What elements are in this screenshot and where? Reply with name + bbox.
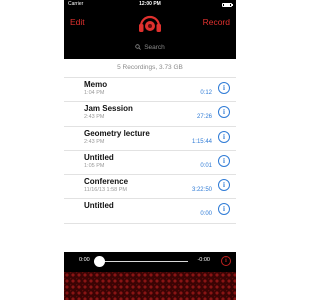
scrubber-knob[interactable] [94,256,105,267]
recording-date: 1:04 PM [84,90,105,96]
recording-title: Untitled [84,152,114,162]
edit-button[interactable]: Edit [70,17,85,27]
current-time: 0:00 [79,257,90,263]
search-field[interactable]: Search [104,42,196,54]
recording-title: Geometry lecture [84,128,150,138]
recording-duration: 27:26 [196,114,212,121]
recording-date: 2:43 PM [84,138,105,145]
info-icon[interactable]: i [218,82,230,94]
recording-duration: 3:22:50 [191,187,212,194]
info-icon[interactable]: i [221,256,231,266]
search-icon [135,44,142,50]
headphones-record-icon [139,15,161,32]
decorative-pattern [64,272,236,300]
recording-title: Jam Session [84,104,133,114]
recording-title: Untitled [84,201,114,211]
recording-row[interactable]: Conference 11/16/13 1:58 PM 3:22:50 i [64,175,236,200]
scrubber-track[interactable] [100,261,188,262]
recording-row[interactable]: Geometry lecture 2:43 PM 1:15:44 i [64,127,236,151]
info-icon[interactable]: i [218,203,230,216]
app-screen: Carrier 12:00 PM Edit Record Search 5 Re… [64,0,236,300]
status-time: 12:00 PM [139,1,161,7]
remaining-time: -0:00 [197,257,210,263]
info-icon[interactable]: i [218,130,230,143]
info-icon[interactable]: i [218,154,230,167]
status-bar: Carrier 12:00 PM [64,0,236,9]
recording-date: 11/16/13 1:58 PM [84,187,128,194]
recording-row[interactable]: Memo 1:04 PM 0:12 i [64,78,236,103]
recording-date: 2:43 PM [84,114,105,121]
recording-duration: 0:12 [200,90,212,96]
info-icon[interactable]: i [218,179,230,192]
info-icon[interactable]: i [218,106,230,119]
navigation-bar: Edit Record Search [64,9,236,59]
recordings-summary: 5 Recordings, 3.73 GB [64,59,236,78]
recording-duration: 1:15:44 [191,138,212,145]
search-placeholder: Search [144,44,165,51]
recording-title: Conference [84,177,129,187]
playback-bar: 0:00 -0:00 i [64,252,236,272]
recording-row[interactable]: Jam Session 2:43 PM 27:26 i [64,102,236,127]
recording-row[interactable]: Untitled 1:05 PM 0:01 i [64,151,236,176]
recordings-list: 5 Recordings, 3.73 GB Memo 1:04 PM 0:12 … [64,59,236,252]
recording-row[interactable]: Untitled 0:00 i [64,199,236,224]
recording-duration: 0:01 [200,162,212,169]
battery-icon [222,2,233,7]
recording-date: 1:05 PM [84,162,105,169]
record-button[interactable]: Record [203,17,230,27]
recording-title: Memo [84,80,108,89]
recording-duration: 0:00 [200,211,212,218]
